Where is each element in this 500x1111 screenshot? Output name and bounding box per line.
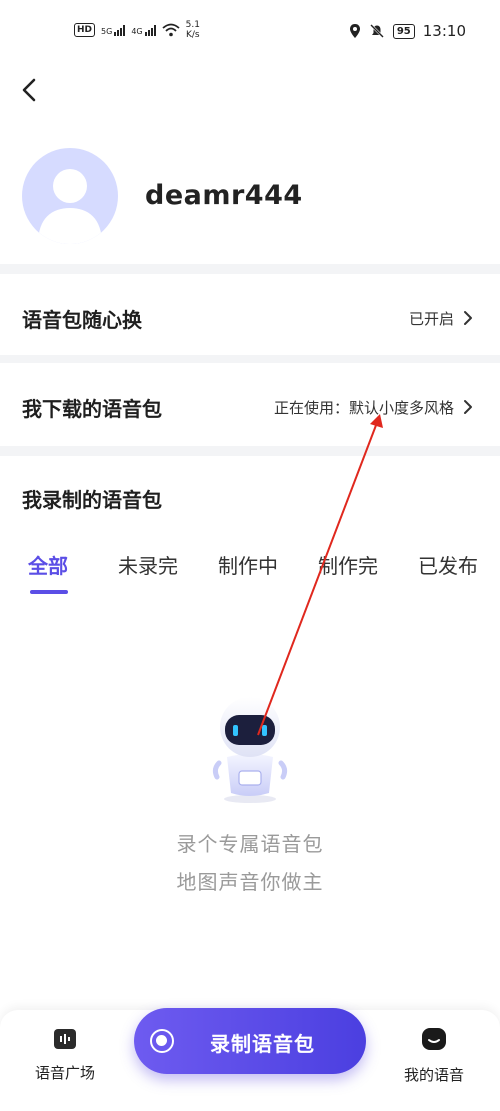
back-arrow-icon [22,78,36,102]
record-voice-button[interactable]: 录制语音包 [134,1008,366,1074]
voice-switch-row[interactable]: 语音包随心换 已开启 [0,274,500,362]
nav-my-voice[interactable]: 我的语音 [394,1026,474,1085]
location-icon [349,24,360,38]
network-speed: 5.1 K/s [186,20,200,40]
wifi-icon [162,23,180,37]
avatar[interactable] [22,148,118,244]
back-button[interactable] [16,72,46,108]
nav-voice-plaza-label: 语音广场 [34,1064,95,1082]
nav-my-voice-label: 我的语音 [403,1066,464,1084]
record-voice-label: 录制语音包 [210,1032,315,1056]
sim2-signal-icon: 4G [131,24,156,36]
voice-plaza-icon [54,1029,76,1049]
empty-state-line1: 录个专属语音包 [176,832,324,856]
downloaded-voice-title: 我下载的语音包 [22,397,162,421]
status-bar: HD 5G 4G 5.1 K/s 95 13:10 [0,0,500,64]
tab-in-production[interactable]: 制作中 [218,550,278,579]
robot-mascot-icon [212,697,288,803]
chevron-right-icon [464,311,472,325]
clock: 13:10 [422,22,466,40]
battery-indicator: 95 [392,23,415,39]
tab-produced[interactable]: 制作完 [318,550,378,579]
mute-bell-icon [369,24,384,38]
username: deamr444 [145,180,303,211]
sim2-label: 4G [131,26,143,36]
voice-switch-status: 已开启 [408,310,454,328]
section-divider [0,446,500,456]
status-right: 95 13:10 [349,22,466,40]
record-icon [150,1029,174,1053]
chevron-right-icon [464,400,472,414]
section-divider [0,264,500,274]
network-speed-unit: K/s [185,30,200,40]
downloaded-voice-row[interactable]: 我下载的语音包 正在使用：默认小度多风格 [0,363,500,451]
tab-all[interactable]: 全部 [28,550,68,579]
nav-voice-plaza[interactable]: 语音广场 [25,1026,105,1083]
status-left: HD 5G 4G 5.1 K/s [74,20,200,40]
recorded-voice-title: 我录制的语音包 [22,488,162,512]
section-divider [0,355,500,363]
voice-switch-title: 语音包随心换 [22,308,142,332]
active-tab-indicator [30,590,68,594]
current-voice-value: 正在使用：默认小度多风格 [273,399,454,417]
hd-badge: HD [74,23,96,37]
tab-published[interactable]: 已发布 [418,550,478,579]
sim1-label: 5G [101,26,113,36]
empty-state-line2: 地图声音你做主 [176,870,324,894]
tab-unfinished[interactable]: 未录完 [118,550,178,579]
default-user-icon [38,169,102,244]
sim1-signal-icon: 5G [101,24,126,36]
my-voice-icon [422,1028,446,1050]
network-speed-value: 5.1 [185,20,200,30]
